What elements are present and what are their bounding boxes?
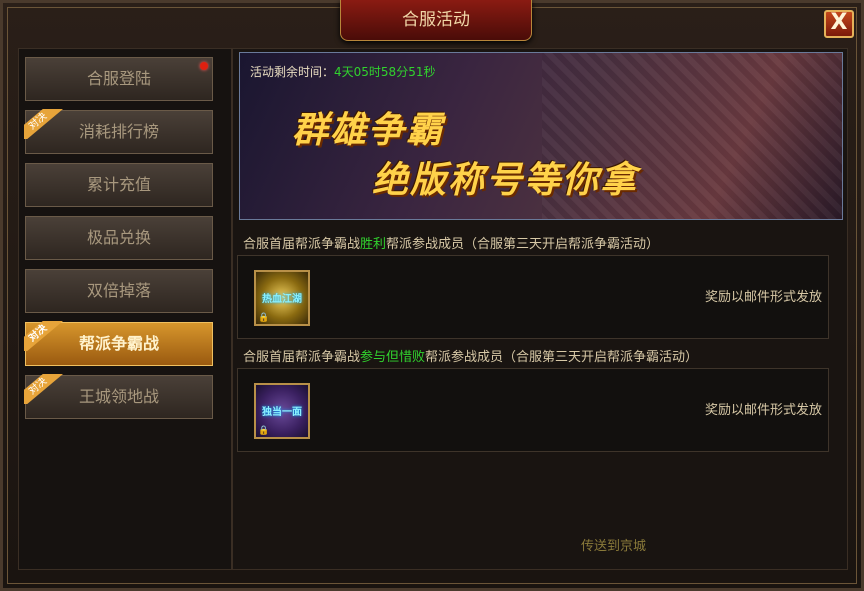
banner-slogan-2: 绝版称号等你拿 <box>372 160 639 201</box>
mail-reward-note: 奖励以邮件形式发放 <box>704 403 822 418</box>
notification-dot-icon <box>200 62 208 70</box>
sidebar-item-guild-war[interactable]: 对决 帮派争霸战 <box>24 321 213 366</box>
item-name: 独当一面 <box>262 407 302 418</box>
item-name: 热血江湖 <box>262 294 302 305</box>
sidebar-item-royal-city-war[interactable]: 对决 王城领地战 <box>24 374 213 419</box>
close-button[interactable]: X <box>824 10 854 38</box>
purple-title-icon[interactable]: 独当一面 🔒 <box>254 383 310 439</box>
sidebar-item-consumption-ranking[interactable]: 对决 消耗排行榜 <box>24 109 213 154</box>
banner-slogan-1: 群雄争霸 <box>292 110 445 151</box>
sidebar-item-label: 王城领地战 <box>78 387 159 406</box>
lock-icon: 🔒 <box>258 313 270 323</box>
gold-title-icon[interactable]: 热血江湖 🔒 <box>254 270 310 326</box>
event-banner: 活动剩余时间：4天05时58分51秒 群雄争霸 绝版称号等你拿 <box>239 52 843 220</box>
countdown-timer: 活动剩余时间：4天05时58分51秒 <box>250 63 435 80</box>
content-panel: 活动剩余时间：4天05时58分51秒 群雄争霸 绝版称号等你拿 合服首届帮派争霸… <box>232 48 848 570</box>
duel-badge: 对决 <box>24 321 64 351</box>
timer-value: 4天05时58分51秒 <box>334 65 436 79</box>
section-title-defeat: 合服首届帮派争霸战参与但惜败帮派参战成员（合服第三天开启帮派争霸活动） <box>243 350 699 365</box>
lock-icon: 🔒 <box>258 426 270 436</box>
section-title-victory: 合服首届帮派争霸战胜利帮派参战成员（合服第三天开启帮派争霸活动） <box>243 237 660 252</box>
sidebar-item-label: 帮派争霸战 <box>78 334 159 353</box>
timer-label: 活动剩余时间： <box>250 65 335 79</box>
duel-badge: 对决 <box>24 374 64 404</box>
sidebar-item-label: 累计充值 <box>86 175 151 194</box>
sidebar-item-cumulative-recharge[interactable]: 累计充值 <box>25 163 213 207</box>
sidebar-item-label: 双倍掉落 <box>86 281 151 300</box>
teleport-to-capital-button[interactable]: 传送到京城 <box>581 535 646 554</box>
sidebar-item-merge-login[interactable]: 合服登陆 <box>25 57 213 101</box>
reward-box-defeat: 独当一面 🔒 奖励以邮件形式发放 <box>237 368 829 452</box>
sidebar-item-double-drop[interactable]: 双倍掉落 <box>25 269 213 313</box>
sidebar-item-label: 合服登陆 <box>86 69 151 88</box>
sidebar-item-label: 消耗排行榜 <box>78 122 159 141</box>
duel-badge: 对决 <box>24 109 64 139</box>
mail-reward-note: 奖励以邮件形式发放 <box>704 290 822 305</box>
sidebar-item-label: 极品兑换 <box>86 228 151 247</box>
reward-box-victory: 热血江湖 🔒 奖励以邮件形式发放 <box>237 255 829 339</box>
window-title: 合服活动 <box>340 0 532 41</box>
sidebar-item-premium-exchange[interactable]: 极品兑换 <box>25 216 213 260</box>
sidebar: 合服登陆 对决 消耗排行榜 累计充值 极品兑换 双倍掉落 对决 帮派争霸战 对决… <box>18 48 232 570</box>
